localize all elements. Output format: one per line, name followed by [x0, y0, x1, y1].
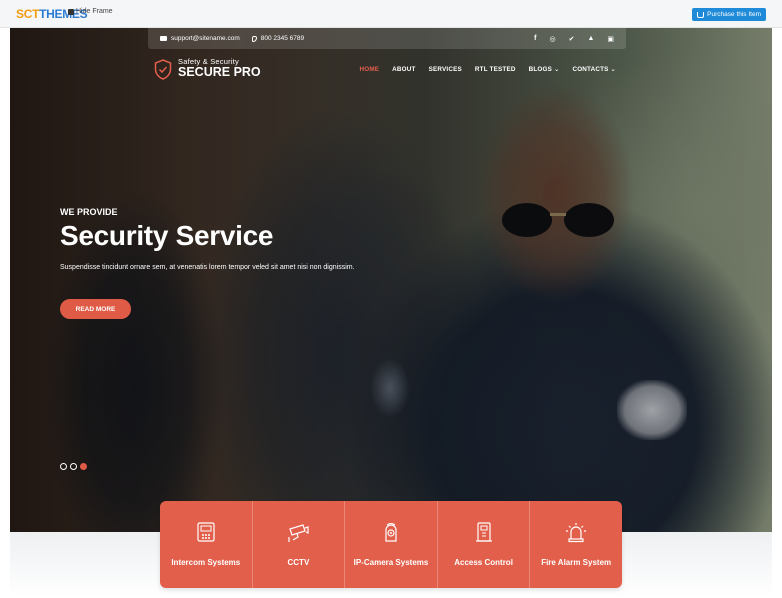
service-label: Access Control — [454, 558, 513, 567]
close-frame-icon — [68, 8, 74, 15]
nav-item-services[interactable]: SERVICES — [429, 66, 462, 73]
service-label: IP-Camera Systems — [353, 558, 429, 567]
contact-bar: support@sitename.com 800 2345 6789 f ◎ ✔… — [148, 28, 626, 49]
service-label: Fire Alarm System — [541, 558, 612, 567]
slider-dot-2[interactable] — [70, 463, 77, 470]
slider-dot-1[interactable] — [60, 463, 67, 470]
nav-item-blogs[interactable]: BLOGS ⌄ — [529, 66, 560, 73]
logo-name: SECURE PRO — [178, 65, 261, 80]
contact-email[interactable]: support@sitename.com — [160, 35, 240, 42]
nav-item-home[interactable]: HOME — [359, 66, 379, 73]
envelope-icon — [160, 36, 167, 41]
social-links: f ◎ ✔ ▲ ▣ — [534, 35, 614, 43]
service-cctv[interactable]: CCTV — [253, 501, 346, 588]
fire-alarm-icon — [566, 523, 587, 543]
hero-subtitle: WE PROVIDE — [60, 207, 118, 217]
purchase-button[interactable]: Purchase this Item — [692, 8, 766, 21]
phone-icon — [251, 35, 257, 42]
hero-overlay — [10, 28, 772, 532]
access-control-icon — [475, 522, 492, 542]
hero-description: Suspendisse tincidunt ornare sem, at ven… — [60, 264, 355, 271]
email-text: support@sitename.com — [171, 35, 240, 42]
nav-item-contacts[interactable]: CONTACTS ⌄ — [572, 66, 616, 73]
intercom-icon — [197, 522, 215, 542]
read-more-button[interactable]: READ MORE — [60, 299, 131, 319]
service-ip-camera[interactable]: IP-Camera Systems — [345, 501, 438, 588]
contact-phone[interactable]: 800 2345 6789 — [251, 35, 305, 42]
slider-dot-3[interactable] — [80, 463, 87, 470]
hide-frame-button[interactable]: Hide Frame — [68, 8, 113, 15]
nav-item-about[interactable]: ABOUT — [392, 66, 415, 73]
hide-frame-label: Hide Frame — [76, 8, 113, 15]
nav-item-rtl-tested[interactable]: RTL TESTED — [475, 66, 516, 73]
site-logo[interactable]: Safety & Security SECURE PRO — [154, 57, 261, 80]
facebook-icon[interactable]: f — [534, 35, 536, 42]
cart-icon — [697, 11, 705, 18]
service-fire-alarm[interactable]: Fire Alarm System — [530, 501, 622, 588]
hero-title: Security Service — [60, 220, 274, 251]
hero-slider — [10, 28, 772, 532]
main-nav: HOME ABOUT SERVICES RTL TESTED BLOGS ⌄ C… — [359, 66, 616, 73]
twitter-icon[interactable]: ✔ — [569, 35, 575, 43]
youtube-icon[interactable]: ▲ — [587, 35, 594, 42]
phone-text: 800 2345 6789 — [260, 35, 305, 42]
cctv-camera-icon — [288, 524, 309, 542]
shield-icon — [154, 58, 172, 80]
site-header: Safety & Security SECURE PRO HOME ABOUT … — [148, 50, 626, 90]
instagram-icon[interactable]: ◎ — [549, 35, 555, 43]
ip-camera-icon — [385, 523, 397, 542]
service-label: Intercom Systems — [171, 558, 241, 567]
service-intercom[interactable]: Intercom Systems — [160, 501, 253, 588]
linkedin-icon[interactable]: ▣ — [607, 35, 614, 43]
purchase-label: Purchase this Item — [707, 11, 761, 18]
preview-bar: SCT THEMES Hide Frame Purchase this Item — [0, 0, 782, 28]
service-access-control[interactable]: Access Control — [438, 501, 531, 588]
brand-sct: SCT — [16, 7, 40, 21]
service-label: CCTV — [287, 558, 310, 567]
slider-dots — [60, 463, 87, 470]
services-bar: Intercom Systems CCTV IP-Camera Systems … — [160, 501, 622, 588]
